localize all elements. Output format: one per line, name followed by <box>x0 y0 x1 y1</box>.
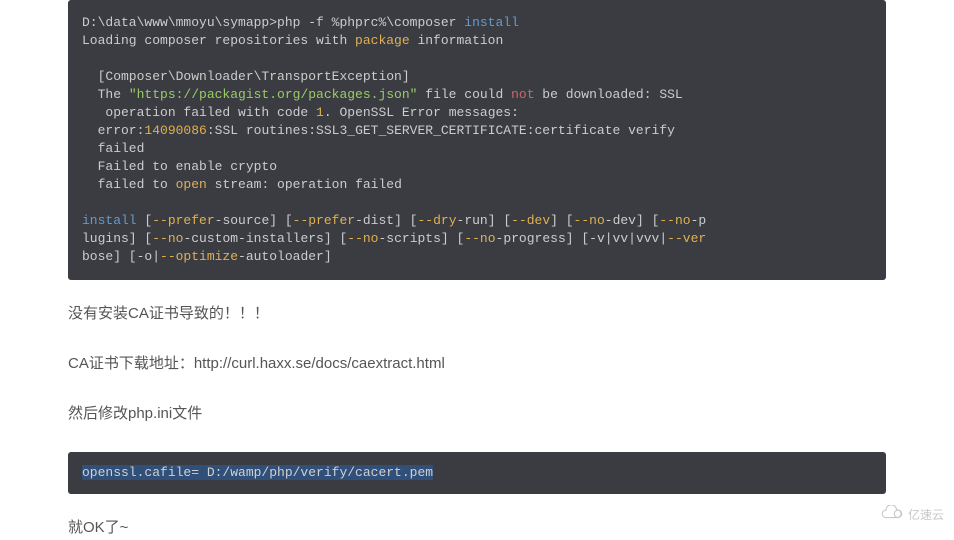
code-text: . OpenSSL <box>324 105 402 120</box>
cloud-icon <box>880 505 904 524</box>
code-text: The <box>82 87 129 102</box>
code-keyword: Error <box>402 105 441 120</box>
watermark: 亿速云 <box>880 505 944 524</box>
watermark-text: 亿速云 <box>908 506 944 523</box>
code-text: bose] [-o| <box>82 249 160 264</box>
code-keyword: not <box>511 87 534 102</box>
code-text: -source] [ <box>215 213 293 228</box>
code-flag: --no <box>574 213 605 228</box>
code-text: file could <box>417 87 511 102</box>
code-flag: --no <box>152 231 183 246</box>
code-text: :SSL routines:SSL3_GET_SERVER_CERTIFICAT… <box>207 123 675 138</box>
code-text: -autoloader] <box>238 249 332 264</box>
code-keyword: open <box>176 177 207 192</box>
code-flag: --optimize <box>160 249 238 264</box>
paragraph-ok: 就OK了~ <box>68 516 886 540</box>
code-flag: --no <box>464 231 495 246</box>
code-flag: --prefer <box>152 213 214 228</box>
code-text: failed to <box>82 177 176 192</box>
code-flag: --no <box>347 231 378 246</box>
code-flag: --dry <box>418 213 457 228</box>
code-text: -dev] [ <box>605 213 660 228</box>
code-text: ] [ <box>550 213 573 228</box>
code-number: 14090086 <box>144 123 206 138</box>
code-text: -custom-installers] [ <box>183 231 347 246</box>
code-text: Failed to enable crypto <box>82 159 277 174</box>
code-keyword: install <box>82 213 137 228</box>
code-flag: --prefer <box>293 213 355 228</box>
code-text: [ <box>137 213 153 228</box>
code-text: be downloaded: SSL <box>535 87 683 102</box>
code-flag: --no <box>659 213 690 228</box>
code-flag: --ver <box>667 231 706 246</box>
code-string: "https://packagist.org/packages.json" <box>129 87 418 102</box>
code-text: -p <box>691 213 707 228</box>
code-text: -scripts] [ <box>378 231 464 246</box>
code-block-composer-error: D:\data\www\mmoyu\symapp>php -f %phprc%\… <box>68 0 886 280</box>
code-text: -dist] [ <box>355 213 417 228</box>
paragraph-modify-ini: 然后修改php.ini文件 <box>68 402 886 426</box>
code-number: 1 <box>316 105 324 120</box>
paragraph-download-url: CA证书下载地址：http://curl.haxx.se/docs/caextr… <box>68 352 886 376</box>
code-text: error: <box>82 123 144 138</box>
code-keyword: package <box>355 33 410 48</box>
code-text: stream: operation failed <box>207 177 402 192</box>
code-text: D:\data\www\mmoyu\symapp>php -f %phprc%\… <box>82 15 464 30</box>
code-text: operation failed with code <box>82 105 316 120</box>
code-text: lugins] [ <box>82 231 152 246</box>
code-text: failed <box>82 141 144 156</box>
code-block-ini-config: openssl.cafile= D:/wamp/php/verify/cacer… <box>68 452 886 494</box>
code-selected-text: openssl.cafile= D:/wamp/php/verify/cacer… <box>82 465 433 480</box>
code-text: Loading composer repositories with <box>82 33 355 48</box>
code-text: information <box>410 33 504 48</box>
code-flag: --dev <box>511 213 550 228</box>
paragraph-cause: 没有安装CA证书导致的！！！ <box>68 302 886 326</box>
code-text: -progress] [-v|vv|vvv| <box>496 231 668 246</box>
code-text: [Composer\Downloader\TransportException] <box>82 69 410 84</box>
code-keyword: install <box>464 15 519 30</box>
code-text: messages: <box>441 105 519 120</box>
code-text: -run] [ <box>457 213 512 228</box>
